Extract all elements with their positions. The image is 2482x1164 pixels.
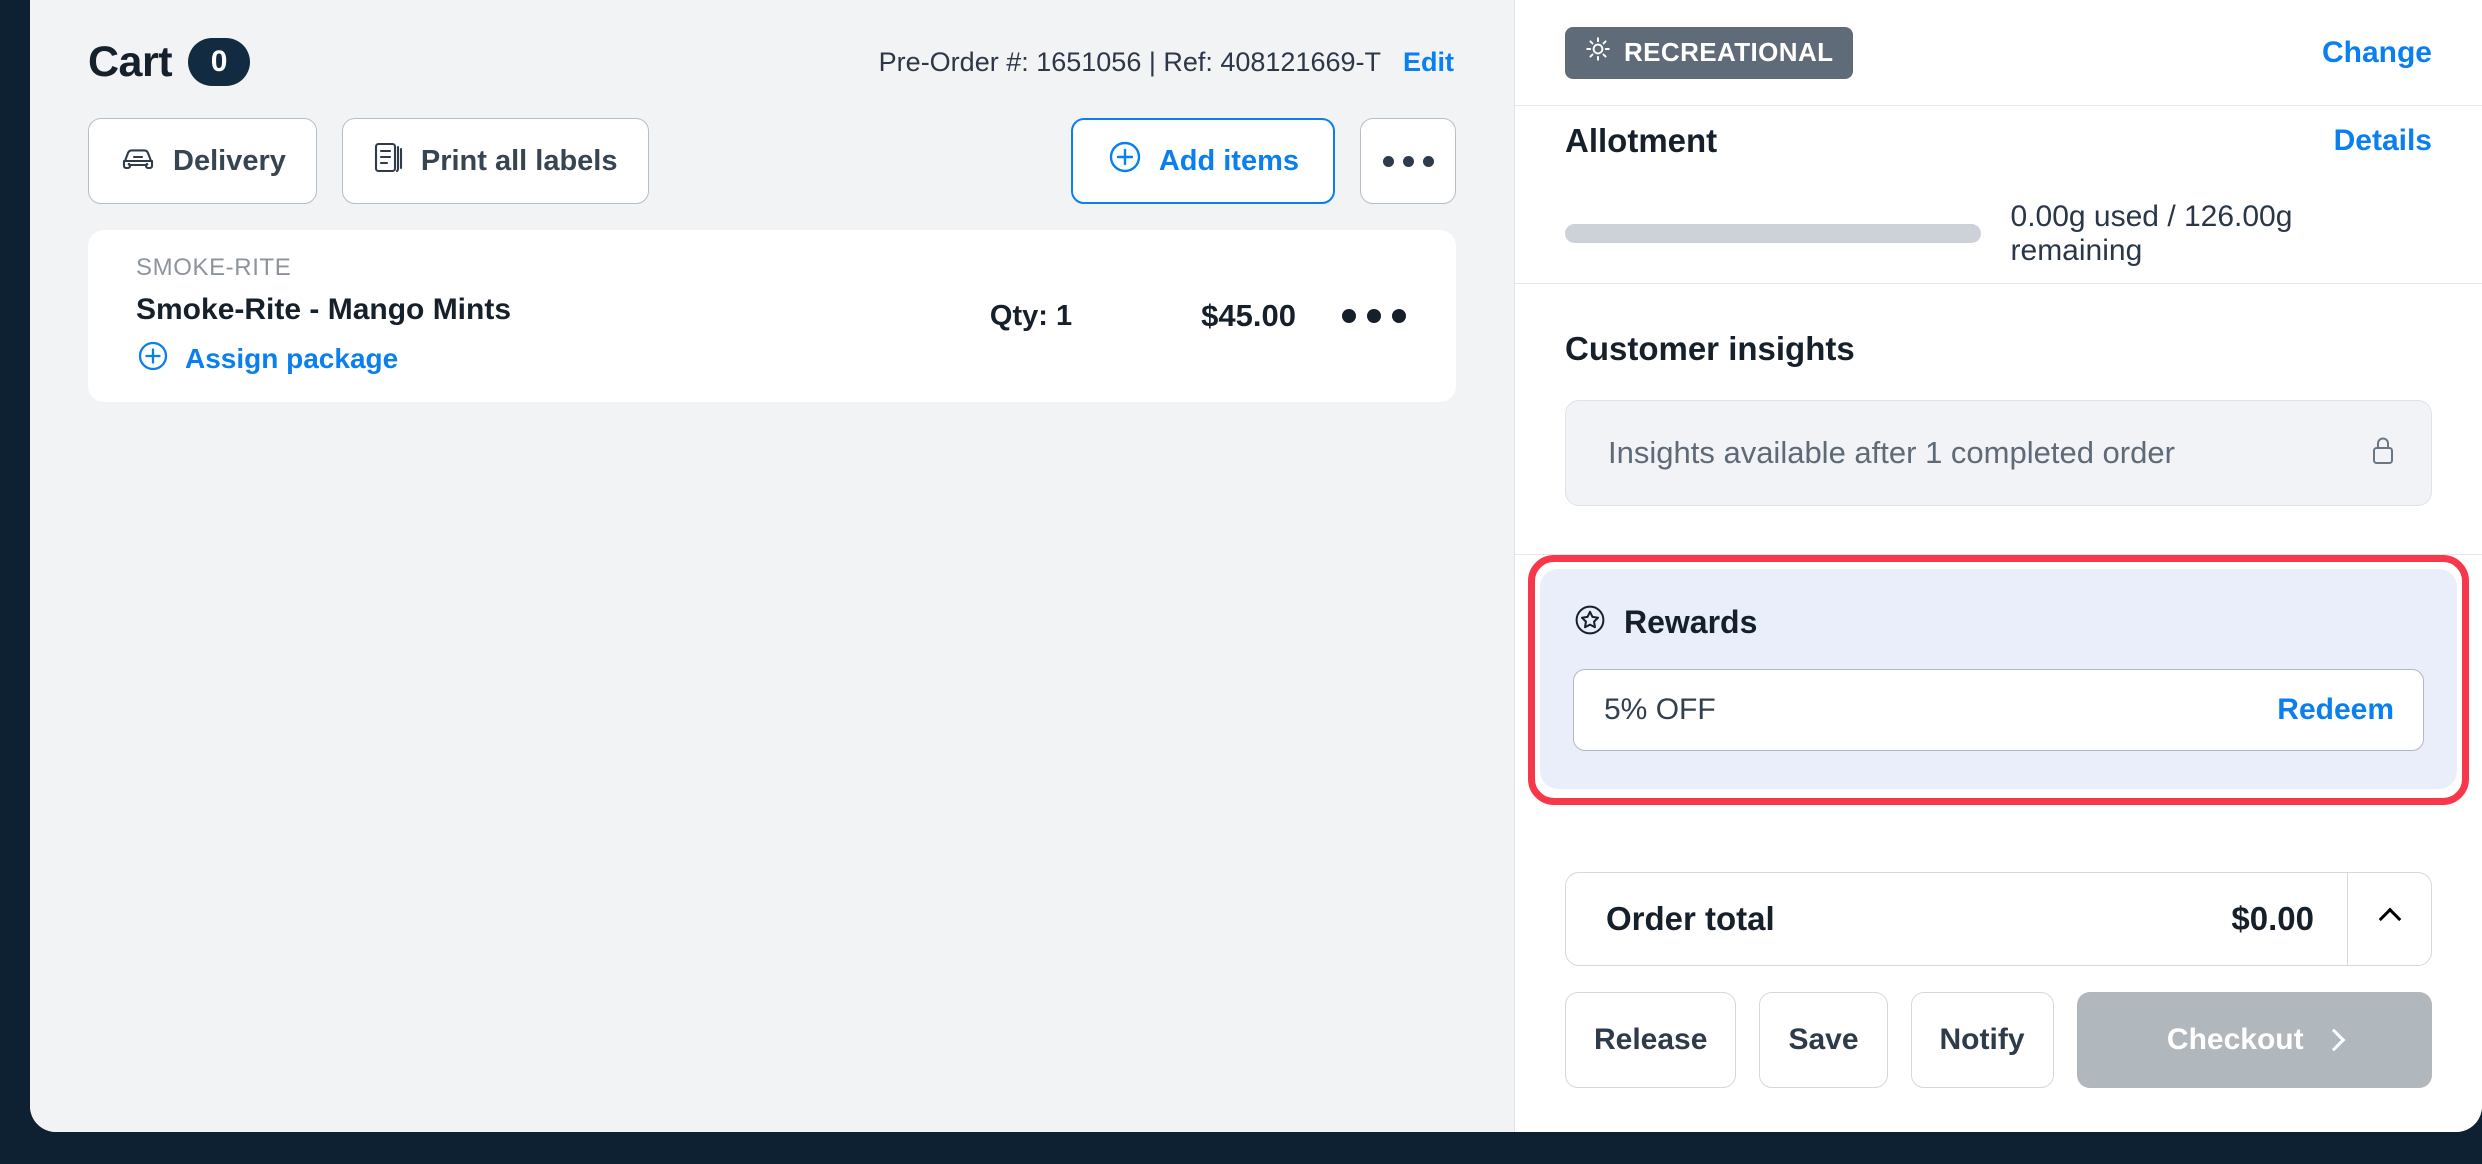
car-icon (119, 142, 157, 180)
reward-offer-label: 5% OFF (1604, 693, 1716, 726)
cart-toolbar: Delivery Print all labels Add items (88, 118, 1456, 204)
allotment-title: Allotment (1565, 121, 1718, 159)
order-total-bar[interactable]: Order total $0.00 (1565, 872, 2432, 966)
sun-icon (1585, 36, 1611, 69)
add-items-label: Add items (1158, 144, 1299, 177)
cart-item-info: SMOKE-RITE Smoke-Rite - Mango Mints Assi… (136, 254, 946, 378)
document-icon (373, 139, 405, 183)
order-total-label: Order total (1606, 900, 1775, 937)
pos-cart-window: Cart 0 Pre-Order #: 1651056 | Ref: 40812… (30, 0, 2482, 1132)
edit-order-link[interactable]: Edit (1403, 47, 1454, 78)
delivery-button[interactable]: Delivery (88, 118, 317, 204)
allotment-header: Allotment Details (1565, 122, 2432, 160)
assign-package-button[interactable]: Assign package (136, 339, 946, 378)
cart-more-options-button[interactable] (1360, 118, 1456, 204)
allotment-usage-row: 0.00g used / 126.00g remaining (1565, 200, 2432, 268)
print-all-labels-button[interactable]: Print all labels (341, 118, 649, 204)
rewards-section: Rewards 5% OFF Redeem (1515, 555, 2482, 805)
customer-side-panel: RECREATIONAL Change Allotment Details 0.… (1514, 0, 2482, 1132)
cart-item-name: Smoke-Rite - Mango Mints (136, 293, 512, 326)
print-all-labels-label: Print all labels (420, 144, 618, 177)
reward-offer-row[interactable]: 5% OFF Redeem (1573, 669, 2424, 751)
cart-item-row[interactable]: SMOKE-RITE Smoke-Rite - Mango Mints Assi… (88, 230, 1456, 402)
rewards-card: Rewards 5% OFF Redeem (1540, 569, 2457, 789)
change-customer-link[interactable]: Change (2322, 36, 2432, 70)
side-panel-footer: Order total $0.00 Release Save Notify Ch… (1515, 872, 2482, 1132)
allotment-details-link[interactable]: Details (2334, 124, 2432, 158)
cart-header: Cart 0 Pre-Order #: 1651056 | Ref: 40812… (88, 0, 1456, 96)
customer-insights-title: Customer insights (1565, 330, 1855, 367)
add-items-button[interactable]: Add items (1070, 118, 1335, 204)
order-total-expand-button[interactable] (2347, 873, 2431, 965)
star-badge-icon (1573, 603, 1607, 642)
customer-type-row: RECREATIONAL Change (1515, 0, 2482, 106)
rewards-title: Rewards (1624, 604, 1758, 640)
checkout-button-label: Checkout (2166, 1023, 2304, 1056)
order-meta: Pre-Order #: 1651056 | Ref: 408121669-T … (879, 47, 1456, 78)
allotment-usage-text: 0.00g used / 126.00g remaining (2010, 199, 2293, 267)
footer-actions: Release Save Notify Checkout (1565, 992, 2432, 1088)
chevron-up-icon (2378, 907, 2401, 931)
lock-icon (2369, 434, 2397, 473)
customer-insights-locked-text: Insights available after 1 completed ord… (1608, 435, 2175, 470)
cart-item-price: $45.00 (1201, 298, 1296, 333)
assign-package-label: Assign package (185, 342, 399, 374)
reward-redeem-link[interactable]: Redeem (2277, 693, 2394, 727)
delivery-button-label: Delivery (173, 144, 286, 177)
release-button[interactable]: Release (1565, 992, 1737, 1088)
save-button[interactable]: Save (1759, 992, 1888, 1088)
rewards-header: Rewards (1573, 603, 2424, 642)
order-total-value: $0.00 (2231, 900, 2314, 937)
notify-button[interactable]: Notify (1910, 992, 2054, 1088)
toolbar-right-group: Add items (1070, 118, 1456, 204)
status-badge: RECREATIONAL (1565, 26, 1854, 79)
page-title: Cart (88, 37, 173, 86)
plus-circle-icon (1107, 139, 1143, 183)
cart-panel: Cart 0 Pre-Order #: 1651056 | Ref: 40812… (30, 0, 1514, 1132)
cart-count-badge: 0 (188, 38, 251, 86)
plus-circle-icon (136, 339, 170, 378)
cart-title-group: Cart 0 (88, 37, 251, 87)
status-badge-label: RECREATIONAL (1624, 37, 1834, 67)
allotment-section: Allotment Details 0.00g used / 126.00g r… (1515, 106, 2482, 284)
cart-item-brand: SMOKE-RITE (136, 254, 292, 281)
ellipsis-icon (1342, 309, 1406, 323)
customer-insights-section: Customer insights Insights available aft… (1515, 284, 2482, 555)
order-reference-text: Pre-Order #: 1651056 | Ref: 408121669-T (878, 46, 1381, 77)
cart-item-menu-button[interactable] (1296, 309, 1406, 323)
checkout-button[interactable]: Checkout (2076, 992, 2432, 1088)
chevron-right-icon (2322, 1028, 2345, 1052)
order-total-main: Order total $0.00 (1566, 873, 2347, 965)
customer-insights-locked-box: Insights available after 1 completed ord… (1565, 400, 2432, 506)
cart-item-quantity: Qty: 1 (989, 299, 1073, 332)
ellipsis-icon (1382, 155, 1434, 167)
allotment-progress-bar (1565, 224, 1981, 243)
